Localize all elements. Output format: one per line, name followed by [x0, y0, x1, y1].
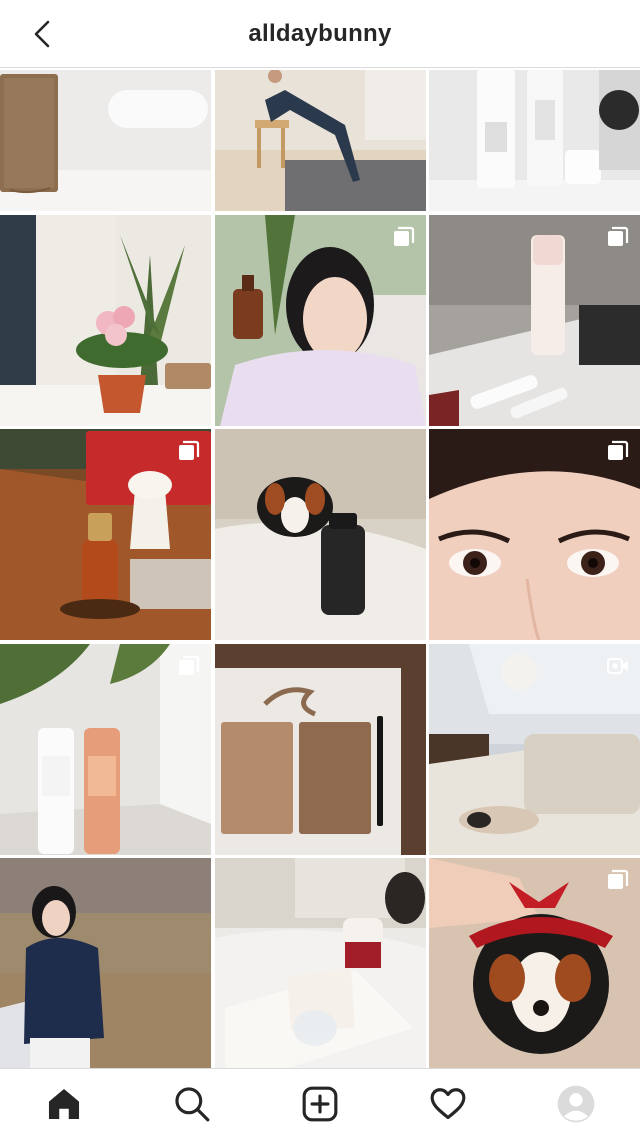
nav-search-button[interactable] — [168, 1080, 216, 1128]
post-thumbnail[interactable] — [429, 643, 640, 855]
post-thumbnail[interactable] — [214, 214, 426, 426]
post-thumbnail[interactable] — [0, 858, 211, 1068]
post-image — [214, 429, 426, 640]
post-thumbnail[interactable] — [214, 643, 426, 855]
post-thumbnail[interactable] — [214, 429, 426, 640]
multiple-photos-icon — [608, 440, 629, 460]
post-thumbnail[interactable] — [214, 70, 426, 211]
post-image — [0, 70, 211, 211]
post-thumbnail[interactable] — [0, 643, 211, 855]
top-bar: alldaybunny — [0, 0, 640, 68]
post-image — [0, 858, 211, 1068]
multiple-photos-icon — [179, 655, 200, 675]
post-grid — [0, 70, 640, 1068]
post-image — [0, 214, 211, 426]
nav-profile-button[interactable] — [552, 1080, 600, 1128]
post-thumbnail[interactable] — [0, 429, 211, 640]
nav-new-post-button[interactable] — [296, 1080, 344, 1128]
post-thumbnail[interactable] — [429, 429, 640, 640]
multiple-photos-icon — [393, 226, 414, 246]
post-thumbnail[interactable] — [429, 214, 640, 426]
multiple-photos-icon — [608, 226, 629, 246]
plus-square-icon — [302, 1086, 338, 1121]
nav-activity-button[interactable] — [424, 1080, 472, 1128]
nav-home-button[interactable] — [40, 1080, 88, 1128]
post-image — [214, 858, 426, 1068]
post-thumbnail[interactable] — [429, 70, 640, 211]
post-thumbnail[interactable] — [0, 70, 211, 211]
post-image — [214, 70, 426, 211]
search-icon — [175, 1086, 210, 1121]
post-image — [214, 643, 426, 855]
profile-username-title: alldaybunny — [248, 20, 392, 47]
avatar-icon — [557, 1085, 595, 1122]
multiple-photos-icon — [179, 440, 200, 460]
heart-icon — [430, 1087, 466, 1119]
bottom-navigation — [0, 1068, 640, 1138]
video-icon — [607, 657, 628, 674]
post-thumbnail[interactable] — [0, 214, 211, 426]
post-thumbnail[interactable] — [214, 858, 426, 1068]
multiple-photos-icon — [608, 869, 629, 889]
post-image — [429, 70, 640, 211]
home-icon — [48, 1088, 80, 1119]
post-thumbnail[interactable] — [429, 858, 640, 1068]
